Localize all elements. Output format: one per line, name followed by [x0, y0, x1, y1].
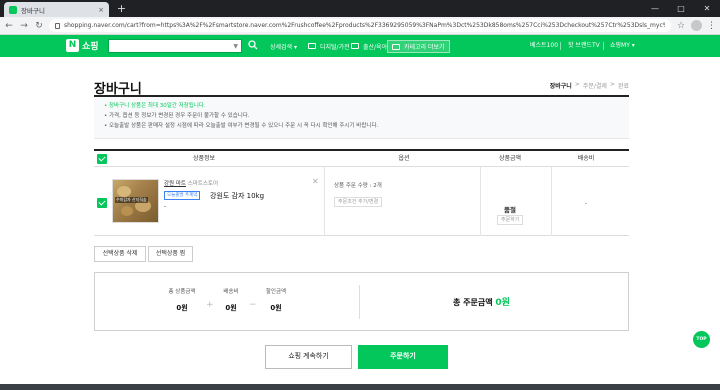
shopping-my-menu[interactable]: 쇼핑MY ▾	[610, 35, 635, 57]
delete-selected-button[interactable]: 선택상품 삭제	[94, 246, 146, 262]
menu-dots-icon[interactable]: ⋮	[707, 21, 716, 31]
breadcrumb-separator: >	[574, 81, 580, 88]
delivery-badge: 오늘출발 주계약	[164, 191, 201, 200]
store-link[interactable]: 강원 마트	[164, 181, 186, 187]
summary-discount-value: 0원	[270, 304, 282, 312]
grid-icon	[392, 43, 400, 50]
nav-digital[interactable]: 디지털/가전	[308, 35, 350, 57]
maximize-icon[interactable]: □	[668, 0, 694, 17]
item-checkbox[interactable]	[97, 198, 107, 208]
new-tab-button[interactable]: +	[115, 2, 128, 15]
nav-category-more[interactable]: 카테고리 더보기	[387, 40, 450, 53]
tv-icon	[308, 43, 316, 49]
url-text: shopping.naver.com/cart?from=https%3A%2F…	[64, 22, 665, 29]
naver-favicon-icon	[9, 5, 17, 14]
header-price: 상품금액	[498, 155, 522, 162]
summary-total: 총 주문금액 0원	[453, 295, 510, 308]
header-option: 옵션	[398, 155, 410, 162]
notice-line: • 오늘출발 상품은 판매자 설정 시점에 따라 오늘출발 여부가 변경될 수 …	[104, 123, 379, 129]
search-input[interactable]: ▼	[108, 39, 242, 53]
store-type: 스마트스토어	[187, 181, 219, 187]
star-icon[interactable]: ☆	[676, 20, 686, 32]
cart-notice: • 장바구니 상품은 최대 30일간 저장됩니다. • 가격, 옵션 등 정보가…	[94, 97, 629, 139]
wish-selected-button[interactable]: 선택상품 찜	[148, 246, 193, 262]
option-change-button[interactable]: 주문조건 추가/변경	[334, 197, 383, 207]
select-all-checkbox[interactable]	[97, 154, 107, 164]
summary-divider	[359, 285, 360, 319]
notice-line: • 장바구니 상품은 최대 30일간 저장됩니다.	[104, 103, 206, 109]
profile-avatar-icon[interactable]	[691, 20, 702, 31]
shipping-value: -	[584, 200, 588, 207]
tab-close-icon[interactable]: ×	[98, 6, 104, 14]
forward-icon[interactable]: →	[19, 20, 29, 32]
hot-brand-link[interactable]: 핫 브랜드TV	[568, 35, 600, 57]
remove-item-icon[interactable]: ✕	[312, 177, 319, 186]
column-divider	[324, 167, 325, 236]
column-divider	[551, 167, 552, 236]
header-product-info: 상품정보	[192, 155, 216, 162]
reload-icon[interactable]: ↻	[34, 20, 44, 32]
header-shipping: 배송비	[577, 155, 595, 162]
address-bar: ← → ↻ shopping.naver.com/cart?from=https…	[0, 17, 720, 35]
naver-shopping-logo[interactable]: N 쇼핑	[66, 39, 99, 52]
order-item-button[interactable]: 주문하기	[497, 215, 524, 225]
summary-discount-label: 할인금액	[265, 289, 287, 295]
nav-category-more-label: 카테고리 더보기	[404, 44, 445, 51]
breadcrumb-separator: >	[609, 81, 615, 88]
header-divider	[560, 42, 561, 50]
os-taskbar	[0, 384, 720, 390]
baby-icon	[351, 43, 359, 49]
breadcrumb-step-cart: 장바구니	[549, 83, 572, 90]
search-icon[interactable]	[248, 40, 258, 50]
lock-icon	[55, 22, 60, 29]
summary-total-value: 0원	[495, 298, 510, 308]
breadcrumb-step-complete: 완료	[617, 83, 629, 90]
url-field[interactable]: shopping.naver.com/cart?from=https%3A%2F…	[49, 19, 671, 32]
cart-table-header: 상품정보 옵션 상품금액 배송비	[94, 149, 629, 167]
thumbnail-label: 수미감자 산지직송	[115, 197, 148, 203]
back-icon[interactable]: ←	[4, 20, 14, 32]
browser-tab[interactable]: 장바구니 ×	[4, 2, 109, 17]
notice-line: • 가격, 옵션 등 정보가 변경된 경우 주문이 불가할 수 있습니다.	[104, 113, 250, 119]
nav-baby-label: 출산/육아	[363, 43, 388, 51]
nav-detail-search[interactable]: 상세검색 ▾	[270, 35, 297, 57]
nav-baby[interactable]: 출산/육아	[351, 35, 387, 57]
browser-tab-bar: 장바구니 × + — □ ✕	[0, 0, 720, 17]
product-name[interactable]: 강원도 감자 10kg	[210, 191, 264, 201]
cart-item-row: 수미감자 산지직송 강원 마트 스마트스토어 오늘출발 주계약 강원도 감자 1…	[94, 167, 629, 236]
window-controls: — □ ✕	[642, 0, 720, 17]
best100-link[interactable]: 베스트100	[530, 35, 558, 57]
order-button[interactable]: 주문하기	[358, 345, 448, 369]
nav-digital-label: 디지털/가전	[320, 43, 350, 51]
logo-word: 쇼핑	[82, 42, 99, 52]
nav-detail-search-label: 상세검색 ▾	[270, 43, 297, 51]
product-thumbnail[interactable]: 수미감자 산지직송	[112, 179, 159, 223]
naver-logo-mark: N	[66, 39, 79, 52]
store-name: 강원 마트 스마트스토어	[164, 179, 218, 187]
summary-total-label: 총 주문금액	[453, 298, 493, 307]
summary-discount: 할인금액 0원	[241, 287, 311, 313]
breadcrumb: 장바구니 > 주문/결제 > 완료	[550, 81, 629, 90]
column-divider	[480, 167, 481, 236]
order-summary: 총 상품금액 0원 + 배송비 0원 − 할인금액 0원 총 주문금액 0원	[94, 272, 629, 331]
close-window-icon[interactable]: ✕	[694, 0, 720, 17]
header-divider	[603, 42, 604, 50]
continue-shopping-button[interactable]: 쇼핑 계속하기	[265, 345, 352, 369]
option-quantity-text: 상품 주문 수량 : 2개	[334, 183, 382, 189]
scroll-top-button[interactable]: TOP	[693, 331, 710, 348]
naver-shopping-header: N 쇼핑 ▼ 상세검색 ▾ 디지털/가전 출산/육아 카테고리 더보기 베스트1…	[0, 35, 720, 57]
chevron-down-icon[interactable]: ▼	[233, 43, 238, 50]
sold-out-status: 품절	[504, 206, 516, 214]
product-price-placeholder: -	[164, 203, 167, 210]
minimize-icon[interactable]: —	[642, 0, 668, 17]
tab-title: 장바구니	[21, 6, 45, 15]
breadcrumb-step-checkout: 주문/결제	[582, 83, 607, 90]
